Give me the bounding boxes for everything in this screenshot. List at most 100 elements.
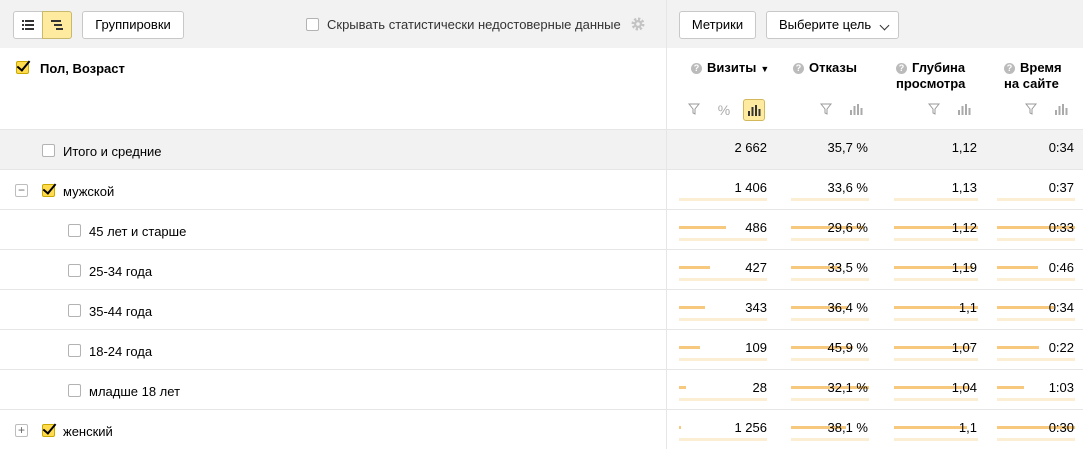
table-row[interactable]: 18-24 года 109 45,9 % 1,07 0:22 — [0, 330, 1083, 389]
cell-time-bar — [997, 318, 1075, 349]
filter-icon[interactable] — [923, 99, 945, 121]
cell-time: 0:34 — [1048, 140, 1074, 155]
filter-icon[interactable] — [683, 99, 705, 121]
row-label: 35-44 года — [89, 304, 153, 319]
hide-unreliable-checkbox[interactable] — [306, 18, 319, 31]
goal-select[interactable]: Выберите цель — [766, 11, 899, 39]
bar-chart-icon[interactable] — [953, 99, 975, 121]
row-label: младше 18 лет — [89, 384, 181, 399]
cell-time: 0:34 — [1048, 300, 1074, 315]
row-checkbox[interactable] — [68, 344, 81, 357]
percent-icon[interactable]: % — [713, 99, 735, 121]
row-label: 18-24 года — [89, 344, 153, 359]
hide-unreliable-label: Скрывать статистически недостоверные дан… — [327, 17, 621, 32]
column-bounces-title: Отказы — [809, 60, 857, 75]
collapse-icon[interactable]: − — [15, 184, 28, 197]
cell-bounces: 32,1 % — [827, 380, 868, 395]
goal-select-label: Выберите цель — [779, 17, 872, 32]
cell-depth-bar — [894, 198, 978, 229]
cell-time-bar — [997, 358, 1075, 389]
column-divider — [666, 0, 667, 449]
cell-time-bar — [997, 438, 1075, 441]
gear-icon[interactable] — [630, 16, 646, 32]
cell-bounces: 38,1 % — [827, 420, 868, 435]
list-view-button[interactable] — [13, 11, 43, 39]
bar-chart-icon[interactable] — [1050, 99, 1072, 121]
cell-time-bar — [997, 398, 1075, 429]
row-checkbox[interactable] — [42, 184, 55, 197]
cell-bounces: 35,7 % — [827, 140, 868, 155]
column-depth-title-2: просмотра — [896, 76, 966, 91]
cell-time: 0:37 — [1048, 180, 1074, 195]
table-row[interactable]: − мужской 1 406 33,6 % 1,13 0:37 — [0, 170, 1083, 229]
table-row[interactable]: младше 18 лет 28 32,1 % 1,04 1:03 — [0, 370, 1083, 429]
groupings-button[interactable]: Группировки — [82, 11, 184, 39]
percent-glyph: % — [717, 102, 731, 118]
filter-icon[interactable] — [815, 99, 837, 121]
help-icon[interactable]: ? — [1004, 63, 1015, 74]
bar-chart-icon[interactable] — [743, 99, 765, 121]
cell-depth: 1,12 — [951, 220, 977, 235]
expand-icon[interactable]: + — [15, 424, 28, 437]
column-visits-title: Визиты — [707, 60, 757, 75]
cell-time-bar — [997, 238, 1075, 269]
cell-depth: 1,19 — [951, 260, 977, 275]
column-time-title-1: Время — [1020, 60, 1062, 75]
cell-bounces: 36,4 % — [827, 300, 868, 315]
filter-icon[interactable] — [1020, 99, 1042, 121]
cell-visits: 2 662 — [734, 140, 767, 155]
row-checkbox[interactable] — [42, 144, 55, 157]
row-checkbox[interactable] — [42, 424, 55, 437]
row-checkbox[interactable] — [68, 304, 81, 317]
table-row[interactable]: 35-44 года 343 36,4 % 1,1 0:34 — [0, 290, 1083, 349]
row-label: мужской — [63, 184, 115, 199]
sort-desc-icon: ▼ — [760, 64, 770, 74]
column-depth-title-1: Глубина — [912, 60, 966, 75]
column-time-title-2: на сайте — [1004, 76, 1059, 91]
row-checkbox[interactable] — [68, 384, 81, 397]
totals-row[interactable]: Итого и средние 2 662 35,7 % 1,12 0:34 — [0, 130, 1083, 170]
cell-bounces: 33,5 % — [827, 260, 868, 275]
table-row[interactable]: + женский 1 256 38,1 % 1,1 0:30 — [0, 410, 1083, 449]
column-time-header[interactable]: ? Время на сайте — [1004, 60, 1062, 92]
cell-visits: 1 256 — [734, 420, 767, 435]
cell-time-bar — [997, 198, 1075, 229]
cell-depth: 1,13 — [951, 180, 977, 195]
bar-chart-icon[interactable] — [845, 99, 867, 121]
cell-depth-bar — [894, 358, 978, 389]
cell-depth: 1,1 — [958, 420, 977, 435]
cell-visits: 343 — [745, 300, 767, 315]
cell-bounces: 45,9 % — [827, 340, 868, 355]
cell-bounces-bar — [791, 238, 869, 269]
cell-bounces-bar — [791, 398, 869, 429]
row-checkbox[interactable] — [68, 224, 81, 237]
help-icon[interactable]: ? — [793, 63, 804, 74]
table-row[interactable]: 45 лет и старше 486 29,6 % 1,12 0:33 — [0, 210, 1083, 269]
cell-depth: 1,1 — [958, 300, 977, 315]
help-icon[interactable]: ? — [691, 63, 702, 74]
cell-depth-bar — [894, 398, 978, 429]
tree-icon — [51, 20, 63, 30]
row-label: 45 лет и старше — [89, 224, 187, 239]
chevron-down-icon — [879, 20, 890, 31]
help-icon[interactable]: ? — [896, 63, 907, 74]
cell-visits-bar — [679, 278, 767, 309]
row-checkbox[interactable] — [68, 264, 81, 277]
dimension-checkbox[interactable] — [16, 61, 29, 74]
cell-visits-bar — [679, 318, 767, 349]
cell-visits: 109 — [745, 340, 767, 355]
cell-bounces-bar — [791, 278, 869, 309]
tree-view-button[interactable] — [42, 11, 72, 39]
list-icon — [22, 20, 34, 30]
cell-visits-bar — [679, 198, 767, 229]
cell-depth-bar — [894, 278, 978, 309]
column-visits-header[interactable]: ? Визиты ▼ — [691, 60, 769, 77]
cell-time: 0:33 — [1048, 220, 1074, 235]
cell-visits-bar — [679, 398, 767, 429]
table-row[interactable]: 25-34 года 427 33,5 % 1,19 0:46 — [0, 250, 1083, 309]
column-depth-header[interactable]: ? Глубина просмотра — [896, 60, 965, 92]
metrics-button[interactable]: Метрики — [679, 11, 756, 39]
column-bounces-header[interactable]: ? Отказы — [793, 60, 857, 76]
cell-bounces-bar — [791, 318, 869, 349]
row-label: женский — [63, 424, 113, 439]
